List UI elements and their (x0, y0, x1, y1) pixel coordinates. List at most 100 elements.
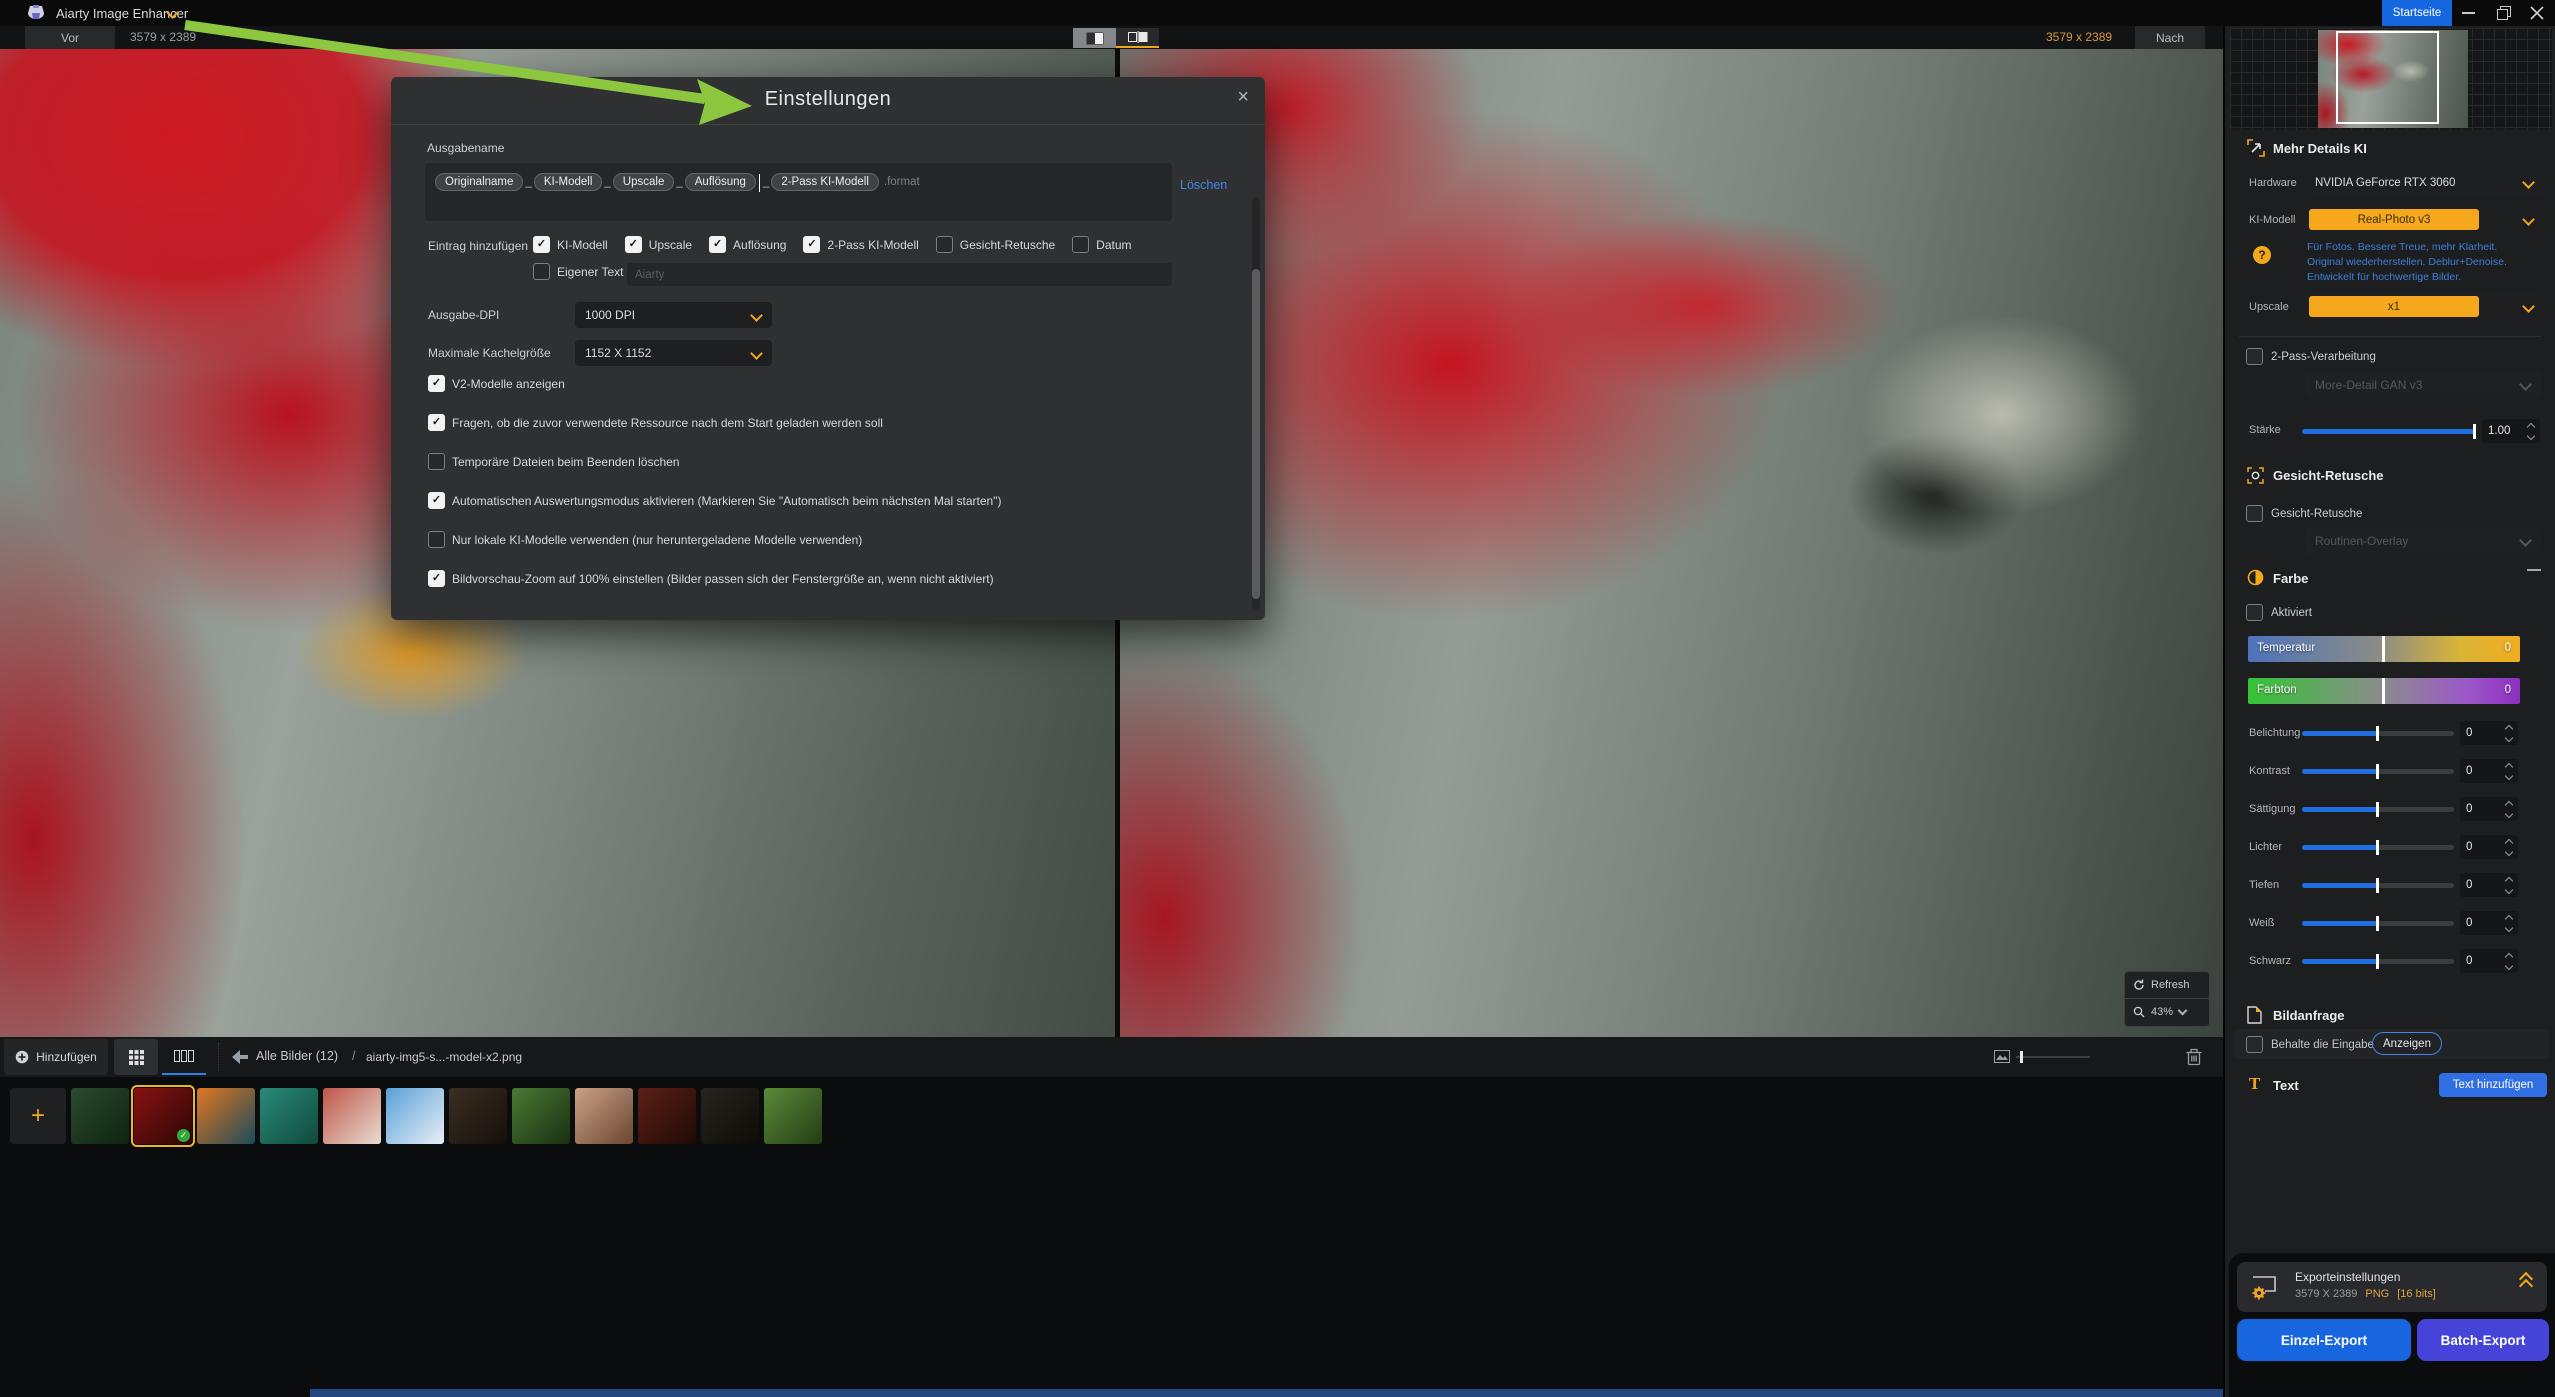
tint-handle[interactable] (2382, 678, 2385, 704)
slider-handle[interactable] (2376, 840, 2379, 855)
slider-spinner[interactable] (2506, 954, 2512, 969)
thumbnail[interactable] (134, 1088, 192, 1144)
upscale-select[interactable]: x1 (2305, 293, 2544, 321)
navigator-map[interactable] (2230, 28, 2552, 130)
name-tag[interactable]: Originalname (435, 173, 523, 191)
keep-input-option[interactable]: Behalte die Eingabe (2246, 1036, 2374, 1053)
clear-name-link[interactable]: Löschen (1180, 178, 1227, 192)
name-tag[interactable]: Upscale (613, 173, 675, 191)
slider-value-box[interactable]: 0 (2460, 835, 2518, 859)
checkbox[interactable]: ✓ (709, 236, 726, 253)
filmstrip-view-button[interactable] (162, 1039, 206, 1075)
two-pass-checkbox[interactable] (2246, 348, 2263, 365)
option-row[interactable]: Datum (1072, 236, 1131, 253)
option-row[interactable]: ✓Bildvorschau-Zoom auf 100% einstellen (… (428, 570, 1001, 587)
add-text-button[interactable]: Text hinzufügen (2439, 1073, 2547, 1097)
checkbox[interactable]: ✓ (428, 492, 445, 509)
slider-handle[interactable] (2376, 878, 2379, 893)
thumbnail[interactable] (260, 1088, 318, 1144)
option-row[interactable]: ✓V2-Modelle anzeigen (428, 375, 1001, 392)
name-tag[interactable]: KI-Modell (534, 173, 603, 191)
add-images-button[interactable]: Hinzufügen (4, 1039, 108, 1075)
slider-spinner[interactable] (2506, 726, 2512, 741)
slider-handle[interactable] (2376, 954, 2379, 969)
custom-text-option[interactable]: Eigener Text (533, 263, 624, 280)
slider-value-box[interactable]: 0 (2460, 759, 2518, 783)
slider-spinner[interactable] (2506, 916, 2512, 931)
thumb-size-slider[interactable] (2016, 1056, 2090, 1058)
option-row[interactable]: Temporäre Dateien beim Beenden löschen (428, 453, 1001, 470)
checkbox[interactable]: ✓ (428, 414, 445, 431)
dialog-close-icon[interactable]: × (1237, 86, 1249, 109)
single-export-button[interactable]: Einzel-Export (2237, 1319, 2411, 1361)
two-pass-option[interactable]: 2-Pass-Verarbeitung (2246, 348, 2376, 365)
thumbnail[interactable] (575, 1088, 633, 1144)
color-enabled-option[interactable]: Aktiviert (2246, 604, 2312, 621)
option-row[interactable]: ✓Upscale (625, 236, 692, 253)
custom-text-checkbox[interactable] (533, 263, 550, 280)
slider-handle[interactable] (2376, 726, 2379, 741)
strength-spinner[interactable] (2528, 424, 2534, 439)
face-retouch-checkbox[interactable] (2246, 505, 2263, 522)
after-image-panel[interactable] (1120, 49, 2223, 1037)
slider-track[interactable] (2302, 845, 2454, 850)
checkbox[interactable]: ✓ (803, 236, 820, 253)
checkbox[interactable]: ✓ (625, 236, 642, 253)
side-by-side-button[interactable] (1116, 28, 1159, 48)
export-settings-box[interactable]: Exporteinstellungen 3579 X 2389 PNG [16 … (2237, 1262, 2547, 1312)
slider-value-box[interactable]: 0 (2460, 721, 2518, 745)
slider-value-box[interactable]: 0 (2460, 873, 2518, 897)
slider-spinner[interactable] (2506, 840, 2512, 855)
zoom-control[interactable]: 43% (2125, 999, 2209, 1025)
slider-track[interactable] (2302, 807, 2454, 812)
custom-text-input[interactable] (627, 263, 1172, 286)
face-retouch-option[interactable]: Gesicht-Retusche (2246, 505, 2362, 522)
dialog-scrollbar[interactable] (1252, 197, 1260, 609)
thumbnail[interactable] (386, 1088, 444, 1144)
collapse-export-icon[interactable] (2521, 1274, 2531, 1291)
slider-spinner[interactable] (2506, 764, 2512, 779)
thumbnail[interactable] (71, 1088, 129, 1144)
hardware-select[interactable]: NVIDIA GeForce RTX 3060 (2305, 169, 2544, 197)
dialog-scroll-thumb[interactable] (1252, 269, 1260, 599)
thumbnail[interactable] (449, 1088, 507, 1144)
strength-slider-handle[interactable] (2473, 424, 2476, 439)
slider-track[interactable] (2302, 921, 2454, 926)
option-row[interactable]: ✓Fragen, ob die zuvor verwendete Ressour… (428, 414, 1001, 431)
option-row[interactable]: Gesicht-Retusche (936, 236, 1055, 253)
batch-export-button[interactable]: Batch-Export (2417, 1319, 2549, 1361)
split-view-button[interactable] (1073, 28, 1116, 48)
strength-slider[interactable] (2302, 429, 2476, 434)
option-row[interactable]: Nur lokale KI-Modelle verwenden (nur her… (428, 531, 1001, 548)
slider-track[interactable] (2302, 883, 2454, 888)
option-row[interactable]: ✓Automatischen Auswertungsmodus aktivier… (428, 492, 1001, 509)
collapse-icon[interactable] (2527, 569, 2541, 571)
slider-value-box[interactable]: 0 (2460, 797, 2518, 821)
option-row[interactable]: ✓KI-Modell (533, 236, 608, 253)
home-button[interactable]: Startseite (2382, 0, 2452, 26)
tint-slider[interactable]: Farbton 0 (2248, 678, 2520, 704)
strength-value-box[interactable]: 1.00 (2482, 419, 2540, 443)
minimize-icon[interactable] (2462, 12, 2475, 14)
slider-handle[interactable] (2376, 916, 2379, 931)
name-tag[interactable]: 2-Pass KI-Modell (771, 173, 879, 191)
slider-value-box[interactable]: 0 (2460, 949, 2518, 973)
slider-track[interactable] (2302, 731, 2454, 736)
slider-handle[interactable] (2376, 802, 2379, 817)
option-row[interactable]: ✓Auflösung (709, 236, 786, 253)
after-tab[interactable]: Nach (2135, 26, 2205, 49)
trash-icon[interactable] (2186, 1048, 2202, 1066)
slider-track[interactable] (2302, 959, 2454, 964)
thumbnail[interactable] (701, 1088, 759, 1144)
add-thumbnail-button[interactable]: + (10, 1088, 66, 1144)
navigator-viewport-box[interactable] (2336, 31, 2439, 124)
thumbnail[interactable] (512, 1088, 570, 1144)
temperature-handle[interactable] (2382, 636, 2385, 662)
slider-value-box[interactable]: 0 (2460, 911, 2518, 935)
slider-handle[interactable] (2376, 764, 2379, 779)
tile-size-select[interactable]: 1152 X 1152 (575, 340, 772, 366)
thumb-size-slider-handle[interactable] (2020, 1051, 2023, 1063)
checkbox[interactable]: ✓ (428, 375, 445, 392)
restore-icon[interactable] (2497, 6, 2511, 20)
color-enabled-checkbox[interactable] (2246, 604, 2263, 621)
